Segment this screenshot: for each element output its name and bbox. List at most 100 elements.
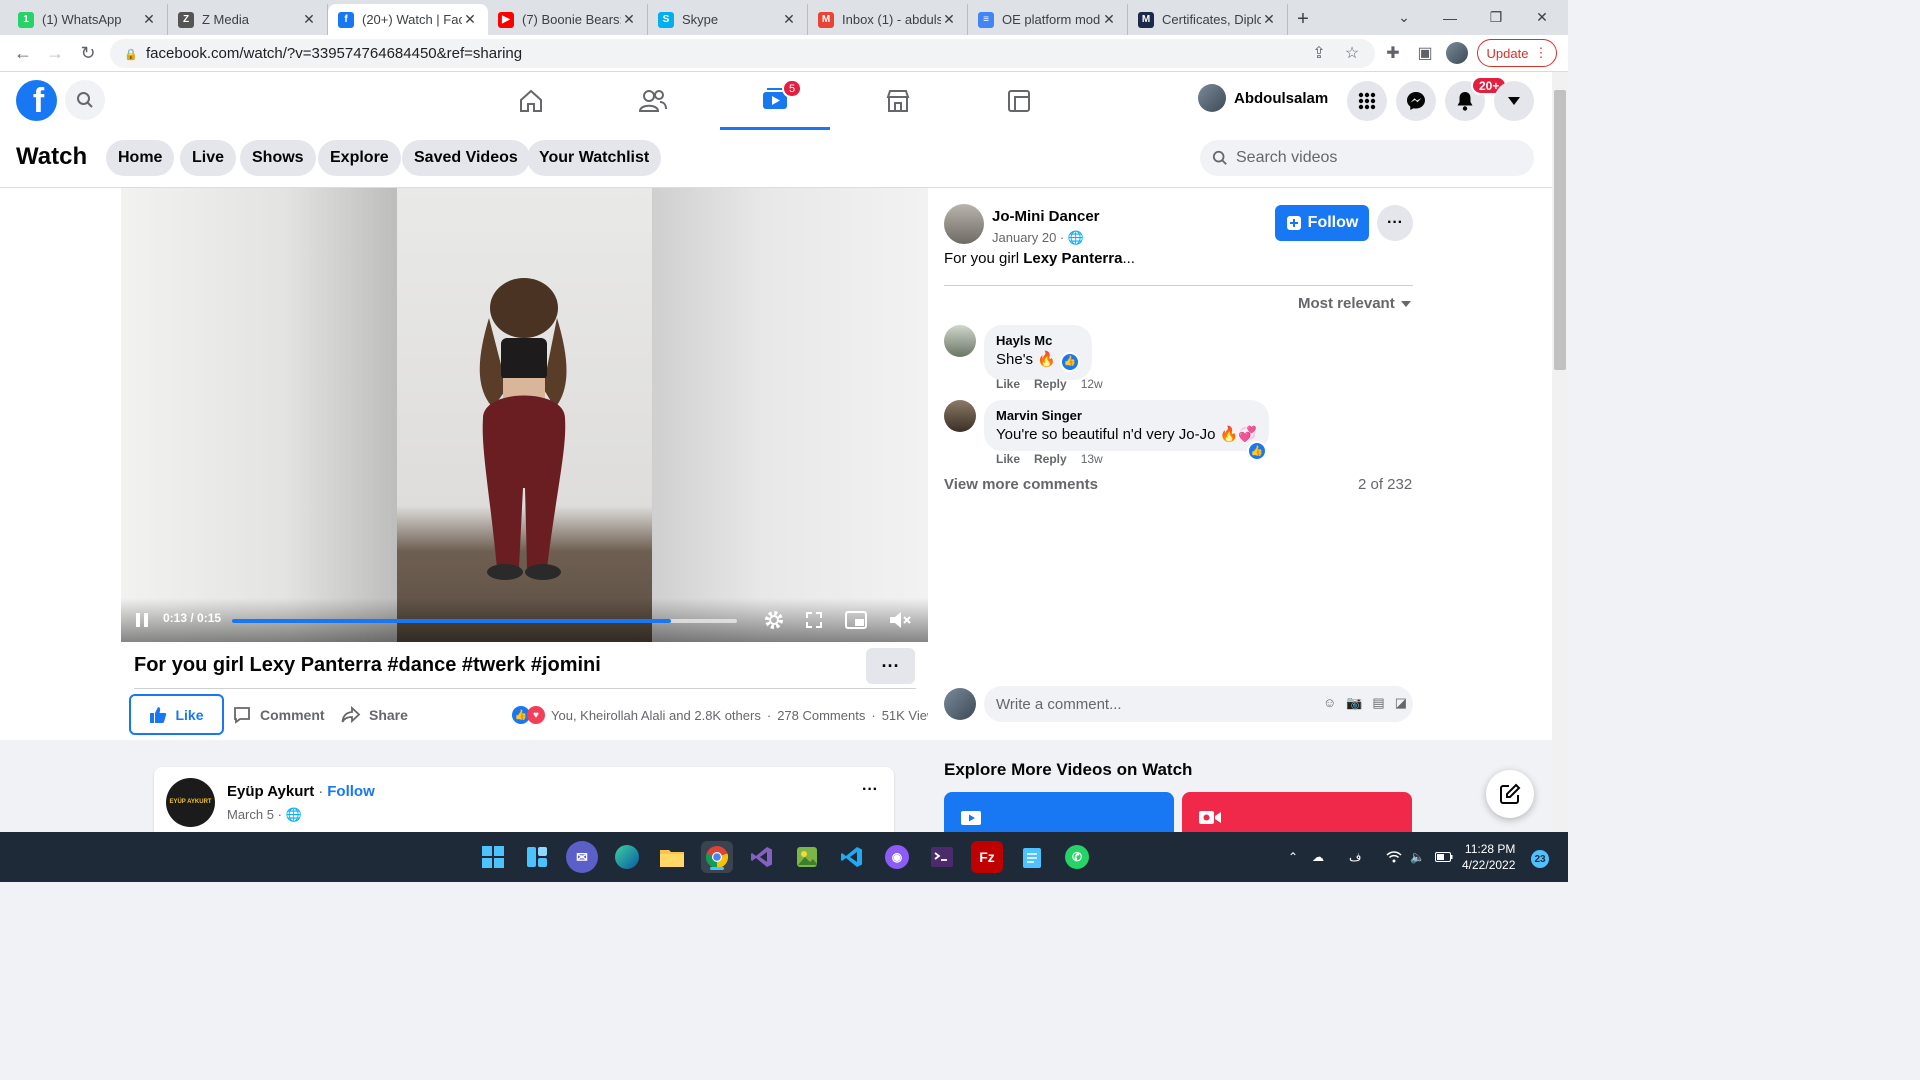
gaming-nav-icon[interactable] bbox=[964, 72, 1074, 130]
video-progress-bar[interactable] bbox=[232, 619, 737, 623]
tab-close-icon[interactable]: ✕ bbox=[621, 11, 637, 28]
side-panel-icon[interactable]: ▣ bbox=[1413, 41, 1437, 65]
gif-icon[interactable]: ▤ bbox=[1372, 695, 1384, 711]
new-message-compose-button[interactable] bbox=[1486, 770, 1534, 818]
feed-follow-link[interactable]: Follow bbox=[327, 783, 375, 800]
tab-search-icon[interactable]: ⌄ bbox=[1381, 0, 1427, 35]
visual-studio-icon[interactable] bbox=[746, 841, 778, 873]
file-explorer-icon[interactable] bbox=[656, 841, 688, 873]
new-tab-button[interactable]: + bbox=[1288, 4, 1318, 35]
commenter-avatar[interactable] bbox=[944, 400, 976, 432]
author-avatar[interactable] bbox=[944, 204, 984, 244]
commenter-avatar[interactable] bbox=[944, 325, 976, 357]
browser-tab[interactable]: M Certificates, Diplo ✕ bbox=[1128, 4, 1288, 35]
share-icon[interactable]: ⇪ bbox=[1307, 41, 1331, 65]
extensions-icon[interactable]: ✚ bbox=[1381, 41, 1405, 65]
comment-sort-dropdown[interactable]: Most relevant bbox=[1298, 295, 1411, 312]
browser-tab[interactable]: Z Z Media ✕ bbox=[168, 4, 328, 35]
watch-tab-home[interactable]: Home bbox=[106, 140, 175, 176]
feed-author-avatar[interactable]: EYÜP AYKURT bbox=[166, 778, 215, 827]
tab-close-icon[interactable]: ✕ bbox=[781, 11, 797, 28]
emoji-icon[interactable]: ☺ bbox=[1323, 695, 1336, 711]
messenger-icon[interactable] bbox=[1396, 81, 1436, 121]
post-date[interactable]: January 20 · bbox=[992, 230, 1064, 245]
comment-age[interactable]: 13w bbox=[1081, 452, 1103, 466]
comment-reply-link[interactable]: Reply bbox=[1034, 377, 1067, 391]
forward-icon[interactable]: → bbox=[40, 38, 70, 68]
settings-gear-icon[interactable] bbox=[762, 608, 786, 632]
friends-nav-icon[interactable] bbox=[598, 72, 708, 130]
watch-tab-shows[interactable]: Shows bbox=[240, 140, 316, 176]
follow-button[interactable]: Follow bbox=[1275, 205, 1369, 241]
browser-tab[interactable]: ▶ (7) Boonie Bears: ✕ bbox=[488, 4, 648, 35]
feed-more-options-icon[interactable]: ··· bbox=[862, 781, 878, 799]
home-nav-icon[interactable] bbox=[476, 72, 586, 130]
filezilla-icon[interactable]: Fz bbox=[971, 841, 1003, 873]
watch-tab-saved-videos[interactable]: Saved Videos bbox=[402, 140, 530, 176]
search-videos-input[interactable]: Search videos bbox=[1200, 140, 1534, 176]
scrollbar-thumb[interactable] bbox=[1554, 90, 1566, 370]
post-more-options-button[interactable]: ··· bbox=[1377, 205, 1413, 241]
write-comment-input[interactable]: Write a comment... ☺ 📷 ▤ ◪ bbox=[984, 686, 1413, 722]
profile-avatar[interactable] bbox=[1445, 41, 1469, 65]
notepad-icon[interactable] bbox=[1016, 841, 1048, 873]
share-button[interactable]: Share bbox=[341, 694, 408, 735]
tab-close-icon[interactable]: ✕ bbox=[1101, 11, 1117, 28]
browser-tab[interactable]: 1 (1) WhatsApp ✕ bbox=[8, 4, 168, 35]
fullscreen-icon[interactable] bbox=[802, 608, 826, 632]
restore-button[interactable]: ❐ bbox=[1473, 0, 1519, 35]
account-chevron-icon[interactable] bbox=[1494, 81, 1534, 121]
commenter-name[interactable]: Marvin Singer bbox=[996, 408, 1257, 423]
vscode-icon[interactable] bbox=[836, 841, 868, 873]
watch-tab-explore[interactable]: Explore bbox=[318, 140, 401, 176]
menu-grid-icon[interactable] bbox=[1347, 81, 1387, 121]
pause-icon[interactable] bbox=[133, 610, 151, 630]
browser-tab[interactable]: S Skype ✕ bbox=[648, 4, 808, 35]
tab-close-icon[interactable]: ✕ bbox=[1261, 11, 1277, 28]
tab-close-icon[interactable]: ✕ bbox=[462, 11, 478, 28]
photo-app-icon[interactable] bbox=[791, 841, 823, 873]
minimize-button[interactable]: — bbox=[1427, 0, 1473, 35]
comment-reply-link[interactable]: Reply bbox=[1034, 452, 1067, 466]
show-hidden-icons-chevron[interactable]: ⌃ bbox=[1288, 832, 1298, 882]
mute-icon[interactable] bbox=[888, 608, 912, 632]
author-name[interactable]: Jo-Mini Dancer bbox=[992, 208, 1100, 225]
sticker-icon[interactable]: ◪ bbox=[1395, 695, 1407, 711]
video-player[interactable]: 0:13 / 0:15 bbox=[121, 188, 928, 642]
reload-icon[interactable]: ↻ bbox=[73, 38, 103, 68]
onedrive-cloud-icon[interactable]: ☁ bbox=[1312, 832, 1324, 882]
browser-tab[interactable]: ≡ OE platform mod ✕ bbox=[968, 4, 1128, 35]
wifi-icon[interactable] bbox=[1386, 832, 1402, 882]
github-desktop-icon[interactable]: ◉ bbox=[881, 841, 913, 873]
feed-author-name[interactable]: Eyüp Aykurt bbox=[227, 783, 314, 800]
picture-in-picture-icon[interactable] bbox=[844, 608, 868, 632]
search-icon[interactable] bbox=[65, 80, 105, 120]
comment-age[interactable]: 12w bbox=[1081, 377, 1103, 391]
comment-button[interactable]: Comment bbox=[232, 694, 325, 735]
camera-icon[interactable]: 📷 bbox=[1346, 695, 1362, 711]
widgets-icon[interactable] bbox=[521, 841, 553, 873]
teams-chat-icon[interactable]: ✉ bbox=[566, 841, 598, 873]
whatsapp-icon[interactable]: ✆ bbox=[1061, 841, 1093, 873]
bookmark-star-icon[interactable]: ☆ bbox=[1340, 41, 1364, 65]
profile-button[interactable]: Abdoulsalam bbox=[1198, 84, 1328, 112]
comment-like-link[interactable]: Like bbox=[996, 377, 1020, 391]
comments-count[interactable]: 278 Comments bbox=[777, 708, 865, 723]
feed-post-date[interactable]: March 5 · bbox=[227, 807, 282, 822]
marketplace-nav-icon[interactable] bbox=[843, 72, 953, 130]
update-button[interactable]: Update ⋮ bbox=[1477, 39, 1557, 67]
input-language[interactable]: ف bbox=[1349, 832, 1361, 882]
tab-close-icon[interactable]: ✕ bbox=[141, 11, 157, 28]
like-button[interactable]: Like bbox=[129, 694, 224, 735]
commenter-name[interactable]: Hayls Mc bbox=[996, 333, 1080, 348]
tab-close-icon[interactable]: ✕ bbox=[941, 11, 957, 28]
battery-icon[interactable] bbox=[1435, 832, 1453, 882]
browser-tab[interactable]: M Inbox (1) - abduls ✕ bbox=[808, 4, 968, 35]
chrome-icon[interactable] bbox=[701, 841, 733, 873]
watch-tab-live[interactable]: Live bbox=[180, 140, 237, 176]
address-bar[interactable]: 🔒 facebook.com/watch/?v=339574764684450&… bbox=[110, 39, 1375, 68]
view-more-comments-link[interactable]: View more comments bbox=[944, 476, 1098, 493]
system-clock[interactable]: 11:28 PM 4/22/2022 bbox=[1462, 841, 1515, 873]
back-icon[interactable]: ← bbox=[8, 38, 38, 68]
notification-center-badge[interactable]: 23 bbox=[1531, 850, 1549, 868]
